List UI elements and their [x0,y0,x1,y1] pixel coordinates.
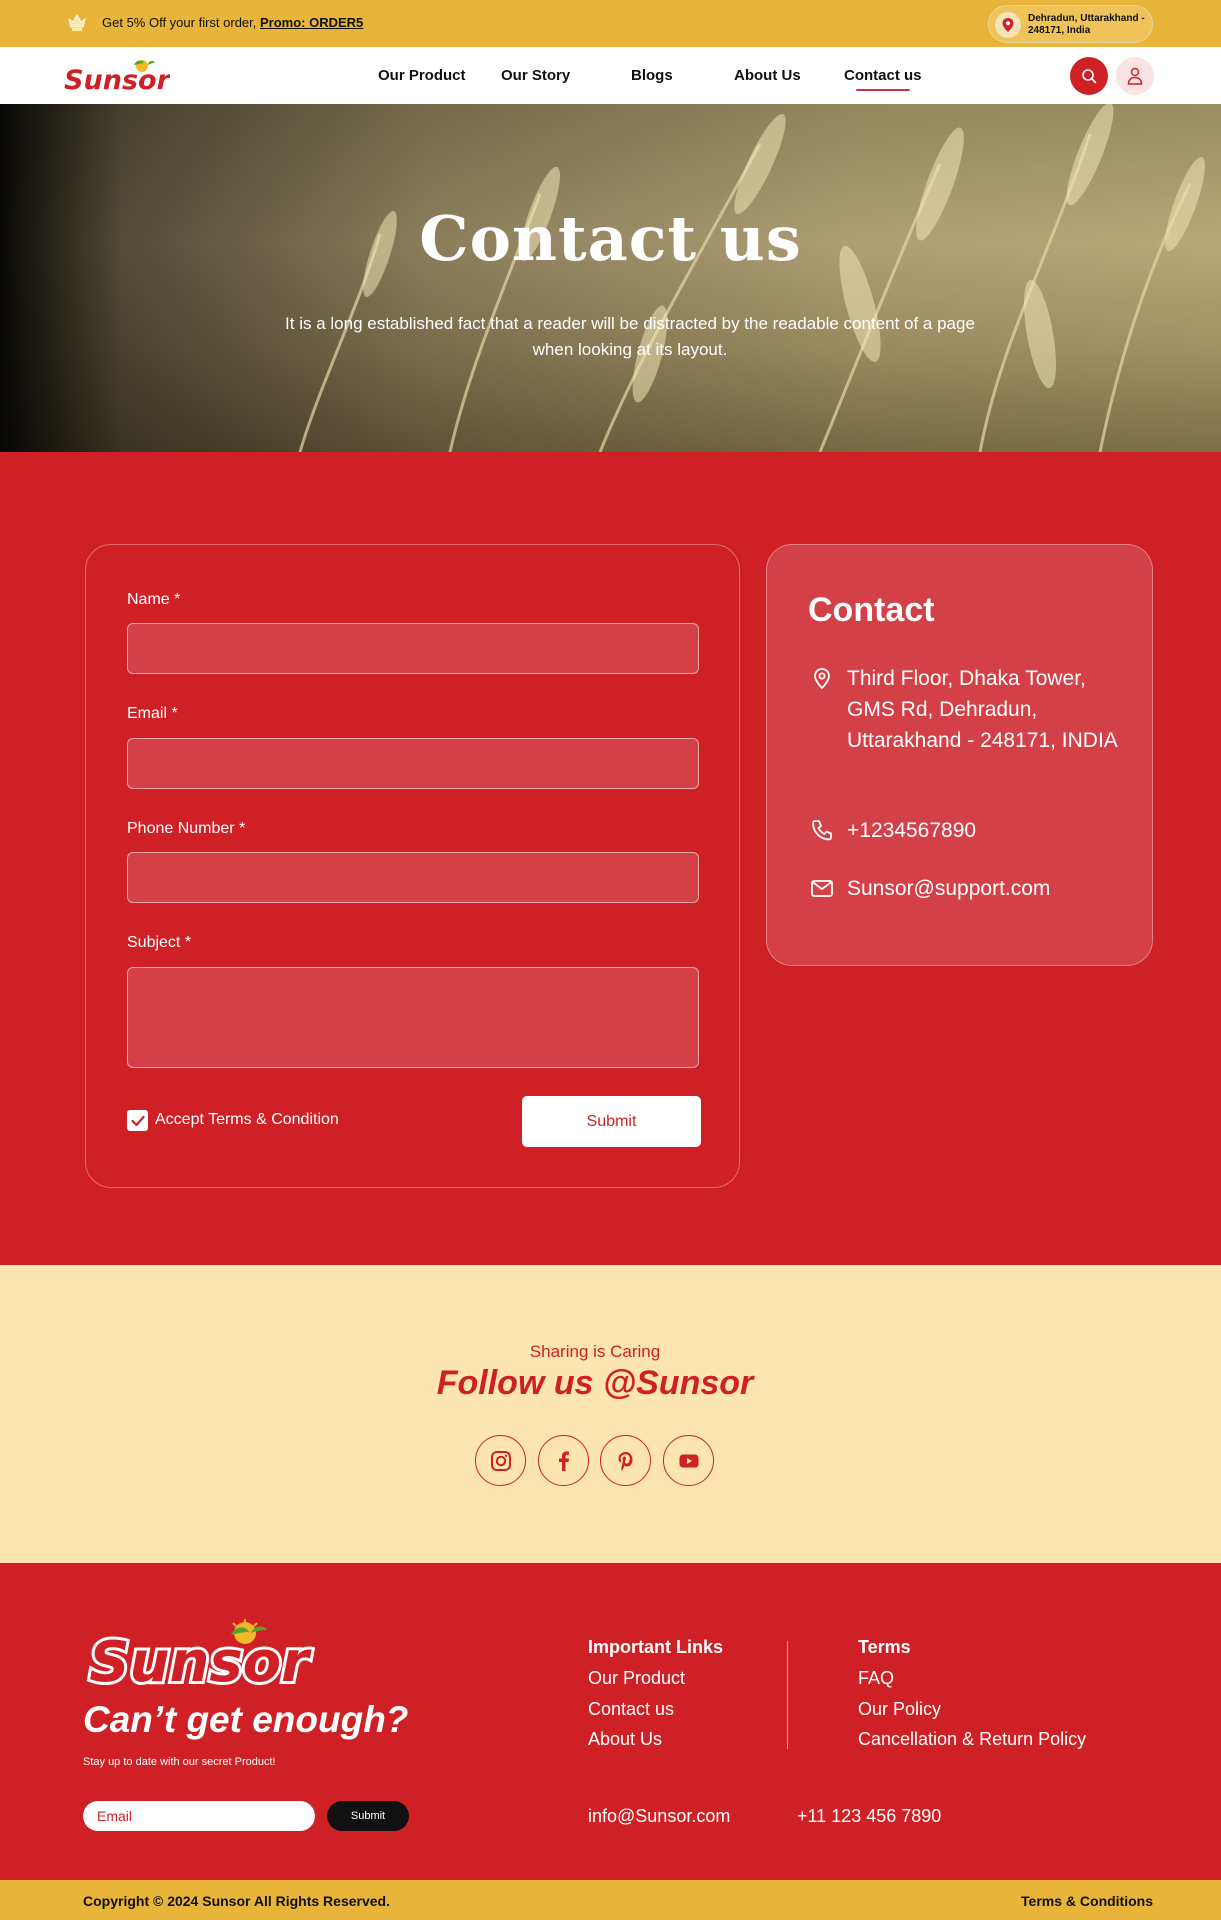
hero-subtitle: It is a long established fact that a rea… [285,314,975,359]
nav-about-us[interactable]: About Us [734,67,801,84]
nav-contact-us[interactable]: Contact us [844,67,922,91]
main-nav: Sunsor Our Product Our Story Blogs About… [0,47,1221,104]
promo-code-link[interactable]: Promo: ORDER5 [260,15,363,30]
important-links-heading: Important Links [588,1637,724,1657]
footer-phone[interactable]: +11 123 456 7890 [797,1806,941,1827]
location-pill[interactable]: Dehradun, Uttarakhand - 248171, India [988,5,1153,43]
footer-link-about-us[interactable]: About Us [588,1729,662,1750]
subject-label: Subject * [127,934,192,951]
footer-link-our-policy[interactable]: Our Policy [858,1699,941,1720]
lamp-icon [68,13,86,31]
facebook-button[interactable] [538,1435,589,1486]
email-field[interactable] [127,738,699,789]
email-label: Email * [127,705,178,722]
account-button[interactable] [1116,57,1154,95]
nav-our-story[interactable]: Our Story [501,67,570,84]
contact-info-card: Contact Third Floor, Dhaka Tower, GMS Rd… [766,544,1153,966]
terms-heading: Terms [858,1637,911,1657]
footer-link-our-product[interactable]: Our Product [588,1668,685,1689]
terms-label[interactable]: Accept Terms & Condition [155,1111,339,1129]
address-text: Third Floor, Dhaka Tower, GMS Rd, Dehrad… [847,667,1118,752]
follow-title: Follow us @Sunsor [436,1364,754,1402]
submit-button[interactable]: Submit [522,1096,701,1147]
promo-text: Get 5% Off your first order, Promo: ORDE… [102,15,364,30]
map-pin-icon [814,668,830,690]
wheat-background-image [298,104,1205,452]
name-field[interactable] [127,623,699,674]
search-icon [1082,69,1097,84]
contact-heading: Contact [808,591,935,629]
location-text: Dehradun, Uttarakhand - 248171, India [1028,13,1145,36]
svg-text:Sunsor: Sunsor [89,1630,312,1689]
instagram-icon [490,1450,511,1471]
mail-icon [811,880,833,897]
sunsor-logo[interactable]: Sunsor [64,57,170,95]
newsletter-email-input[interactable]: Email [83,1801,315,1831]
follow-section: Sharing is Caring Follow us @Sunsor [0,1265,1221,1563]
sunsor-logo-large[interactable]: Sunsor [83,1617,315,1689]
follow-kicker: Sharing is Caring [529,1342,661,1361]
nav-our-product[interactable]: Our Product [378,67,466,84]
footer-subtext: Stay up to date with our secret Product! [83,1756,276,1768]
youtube-icon [679,1454,698,1467]
map-pin-icon [995,12,1021,38]
subject-field[interactable] [127,967,699,1068]
svg-text:Sunsor: Sunsor [64,65,170,95]
pinterest-button[interactable] [600,1435,651,1486]
search-button[interactable] [1070,57,1108,95]
footer-divider [787,1641,788,1749]
footer-tagline: Can’t get enough? [83,1699,409,1740]
phone-field[interactable] [127,852,699,903]
contact-section: Name * Email * Phone Number * Subject * … [0,452,1221,1265]
contact-form: Name * Email * Phone Number * Subject * … [85,544,740,1188]
footer-link-cancellation-policy[interactable]: Cancellation & Return Policy [858,1729,1086,1750]
facebook-icon [558,1451,569,1471]
phone-icon [812,820,832,841]
phone-text[interactable]: +1234567890 [847,815,976,846]
checkmark-icon [130,1115,145,1126]
name-label: Name * [127,591,181,608]
nav-blogs[interactable]: Blogs [631,67,673,84]
instagram-button[interactable] [475,1435,526,1486]
user-icon [1127,67,1143,85]
footer-link-contact-us[interactable]: Contact us [588,1699,674,1720]
newsletter-submit-button[interactable]: Submit [327,1801,409,1831]
promo-bar: Get 5% Off your first order, Promo: ORDE… [0,0,1221,47]
footer-email[interactable]: info@Sunsor.com [588,1806,730,1827]
hero-banner: Contact us It is a long established fact… [0,104,1221,452]
footer: Sunsor Can’t get enough? Stay up to date… [0,1563,1221,1880]
youtube-button[interactable] [663,1435,714,1486]
copyright-bar: Copyright © 2024 Sunsor All Rights Reser… [0,1880,1221,1920]
phone-label: Phone Number * [127,820,246,837]
copyright-text: Copyright © 2024 Sunsor All Rights Reser… [83,1893,390,1909]
terms-checkbox[interactable] [127,1110,148,1131]
pinterest-icon [618,1451,632,1471]
hero-title: Contact us [419,202,802,275]
email-text[interactable]: Sunsor@support.com [847,873,1050,904]
terms-conditions-link[interactable]: Terms & Conditions [1021,1893,1153,1909]
footer-link-faq[interactable]: FAQ [858,1668,894,1689]
